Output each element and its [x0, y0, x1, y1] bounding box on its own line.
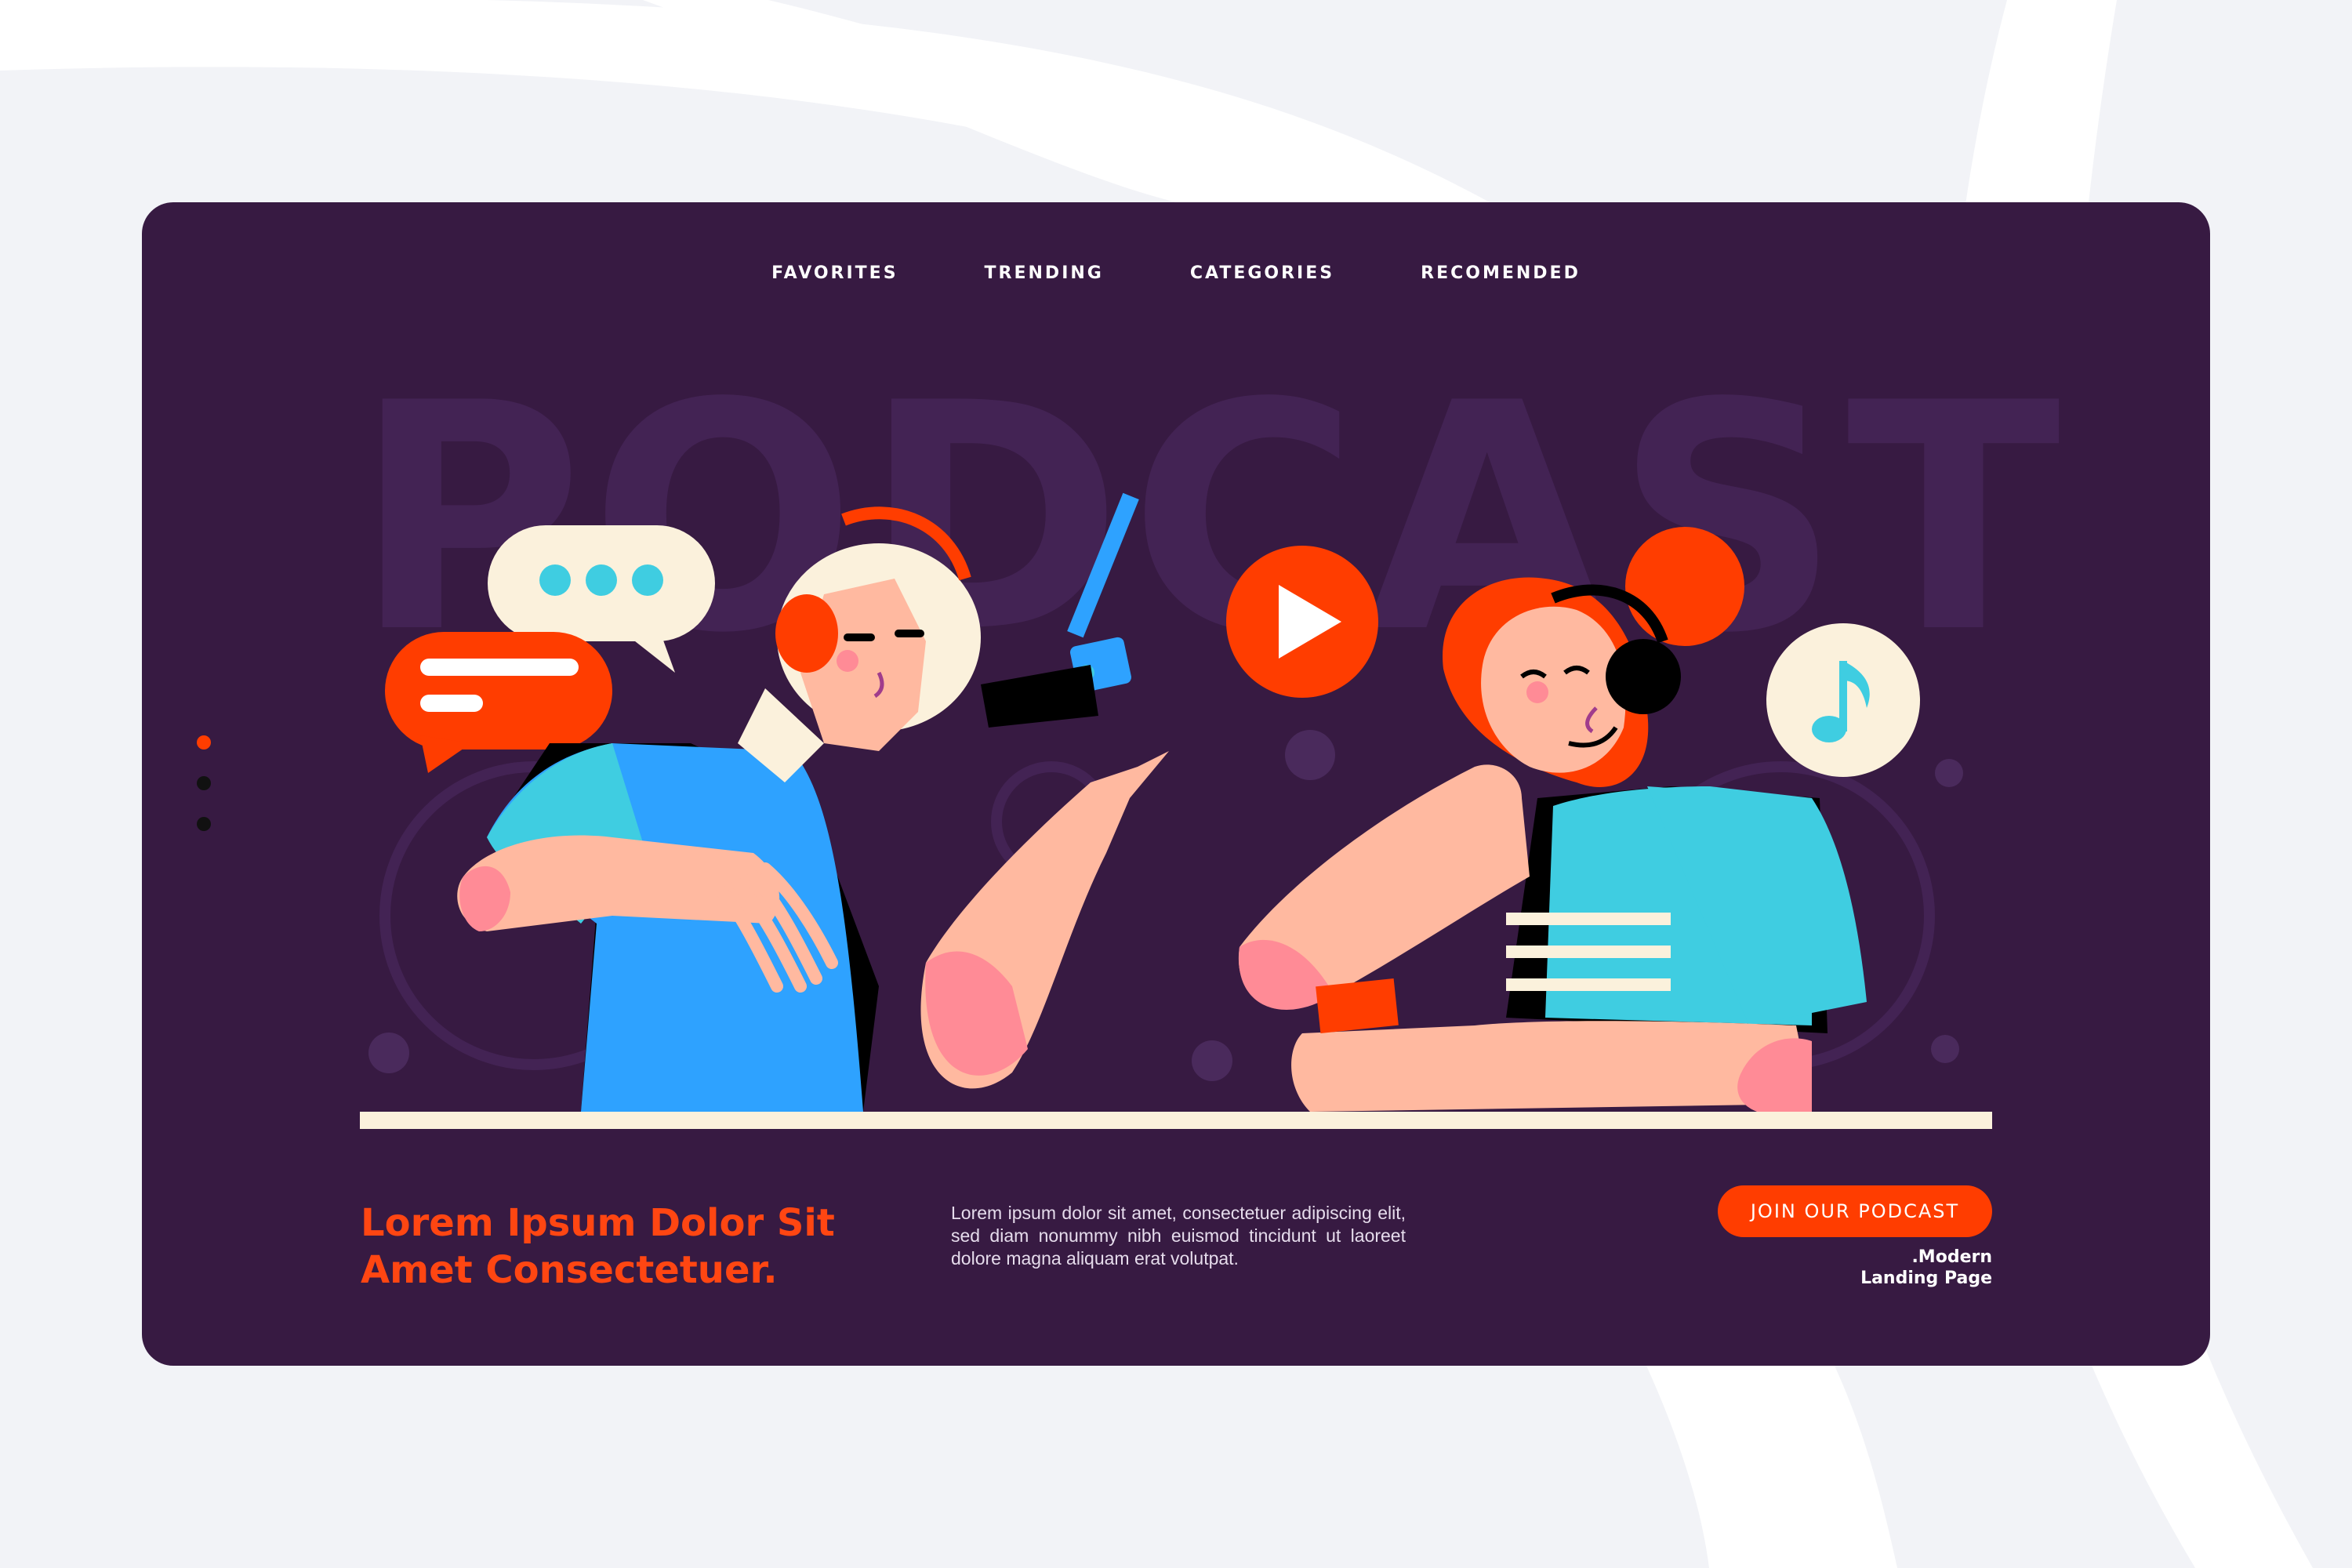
tagline-line-1: .Modern: [1911, 1247, 1992, 1267]
tagline: .Modern Landing Page: [1710, 1247, 1992, 1289]
play-icon: [1226, 546, 1378, 698]
hero-description: Lorem ipsum dolor sit amet, consectetuer…: [951, 1203, 1406, 1269]
desk: [360, 1112, 1992, 1129]
hero-headline: Lorem Ipsum Dolor Sit Amet Consectetuer.: [361, 1200, 862, 1294]
hero-headline-line-2: Amet Consectetuer.: [361, 1248, 778, 1293]
music-note-icon: [1766, 623, 1920, 777]
hero-headline-line-1: Lorem Ipsum Dolor Sit: [361, 1201, 835, 1246]
join-podcast-button[interactable]: JOIN OUR PODCAST: [1718, 1185, 1992, 1237]
tagline-line-2: Landing Page: [1860, 1269, 1992, 1288]
microphone-icon: [981, 492, 1139, 728]
landing-card: FAVORITES TRENDING CATEGORIES RECOMENDED…: [142, 202, 2210, 1366]
